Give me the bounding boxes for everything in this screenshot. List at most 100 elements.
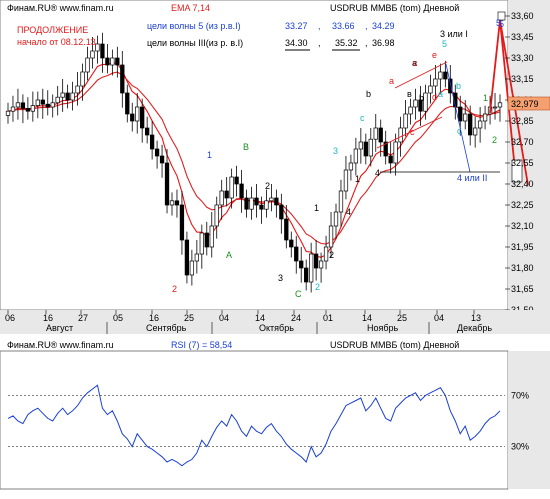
price-y-tick: 31,80 [511, 263, 534, 273]
x-month-label: Ноябрь [367, 323, 399, 333]
candle-body [154, 148, 160, 157]
candle-body [368, 138, 373, 157]
ema-label: EMA 7,14 [171, 3, 210, 13]
x-day-tick: 04 [434, 313, 444, 323]
candle-body [264, 200, 269, 210]
candle-body [75, 85, 80, 94]
wave3-target-value-3: 36.98 [372, 38, 395, 48]
candle-body [229, 176, 234, 199]
candle-body [55, 96, 60, 104]
candle-body [95, 43, 100, 52]
wave-label: c [457, 126, 462, 136]
price-y-tick: 33,45 [511, 32, 534, 42]
wave5-target-label: цели волны 5 (из р.в.I) [147, 21, 241, 31]
wave5-target-value-3: 34.29 [372, 21, 395, 31]
candle-body [239, 183, 244, 199]
x-day-tick: 25 [397, 313, 407, 323]
candle-body [130, 113, 135, 122]
candle-body [294, 246, 299, 262]
candle-body [214, 204, 219, 227]
wave5-target-value-1: 33.27 [285, 21, 308, 31]
rsi-plot-area [0, 350, 509, 490]
candle-body [174, 200, 180, 206]
note-line-1: ПРОДОЛЖЕНИЕ [17, 25, 88, 35]
candle-body [363, 141, 368, 157]
candle-body [20, 102, 26, 109]
candle-body [438, 71, 443, 80]
wave-label: 4 или II [457, 173, 487, 183]
candle-body [413, 99, 418, 108]
price-y-tick: 32,70 [511, 137, 534, 147]
wave-label: a [389, 76, 394, 86]
candle-body [463, 113, 468, 122]
candle-body [477, 120, 483, 129]
wave-label: 5 [499, 19, 504, 29]
candle-body [35, 99, 40, 106]
candle-body [348, 162, 354, 171]
candle-body [254, 197, 259, 206]
candle-body [269, 197, 274, 202]
wave-label: 1 [207, 150, 212, 160]
candle-body [328, 225, 334, 248]
rsi-level-label: 30% [511, 442, 529, 452]
candle-body [497, 102, 503, 108]
x-day-tick: 16 [43, 313, 53, 323]
chart-canvas: 1BA21234C21234abcde5вabcc3 или I5abc4 ил… [0, 0, 550, 499]
candle-body [204, 232, 209, 248]
x-day-tick: 06 [5, 313, 15, 323]
wave-label: 5 [442, 39, 447, 49]
candle-body [65, 92, 70, 101]
candle-body [179, 204, 185, 241]
candle-body [70, 92, 75, 101]
wave3-sep-1: , [318, 38, 321, 48]
candle-body [433, 78, 438, 87]
wave-label: 3 [278, 273, 283, 283]
price-instrument-label: USDRUB ММВБ (tom) Дневной [330, 3, 459, 13]
wave-label: в [407, 89, 412, 99]
candle-body [468, 113, 473, 136]
x-day-tick: 16 [149, 313, 159, 323]
candle-body [473, 127, 478, 136]
rsi-panel: Финам.RU® www.finam.ru RSI (7) = 58,54 U… [0, 338, 550, 499]
candle-body [120, 64, 125, 94]
candle-body [15, 102, 21, 108]
wave-label: 1 [355, 174, 360, 184]
wave-label: 2 [315, 282, 320, 292]
x-month-label: Декабрь [457, 323, 492, 333]
candle-body [90, 50, 95, 59]
x-day-tick: 13 [471, 313, 481, 323]
price-y-tick: 32,55 [511, 158, 534, 168]
price-panel: 1BA21234C21234abcde5вabcc3 или I5abc4 ил… [0, 0, 550, 315]
x-month-label: Сентябрь [146, 323, 187, 333]
wave-label: 4 [346, 207, 351, 217]
price-y-tick: 32,40 [511, 179, 534, 189]
rsi-source-label: Финам.RU® www.finam.ru [7, 340, 114, 350]
x-day-tick: 27 [78, 313, 88, 323]
candle-body [125, 92, 130, 115]
candle-body [299, 260, 304, 269]
price-x-axis: 06 16 27 05 16 25 04 14 24 01 14 25 04 13 Август Сентяб… [0, 310, 550, 334]
candle-body [318, 260, 324, 269]
price-y-tick: 32,25 [511, 200, 534, 210]
price-source-label: Финам.RU® www.finam.ru [7, 3, 114, 13]
price-y-tick: 32,85 [511, 116, 534, 126]
candle-body [244, 197, 249, 210]
wave-label: c [410, 127, 415, 137]
wave-label: A [226, 250, 232, 260]
wave3-target-value-2: 35.32 [335, 38, 358, 48]
candle-body [403, 113, 408, 129]
wave-label: b [366, 89, 371, 99]
candle-body [199, 232, 204, 255]
candle-body [323, 246, 329, 262]
price-y-tick: 33,30 [511, 53, 534, 63]
wave-label: c [413, 58, 418, 68]
wave3-target-value-1: 34.30 [285, 38, 308, 48]
wave-label: 2 [172, 284, 177, 294]
wave-label: 3 или I [440, 29, 468, 39]
candle-body [398, 127, 403, 143]
candle-body [343, 169, 349, 192]
candle-body [274, 197, 279, 206]
x-day-tick: 05 [113, 313, 123, 323]
candle-body [115, 57, 120, 66]
candle-body [159, 155, 165, 164]
